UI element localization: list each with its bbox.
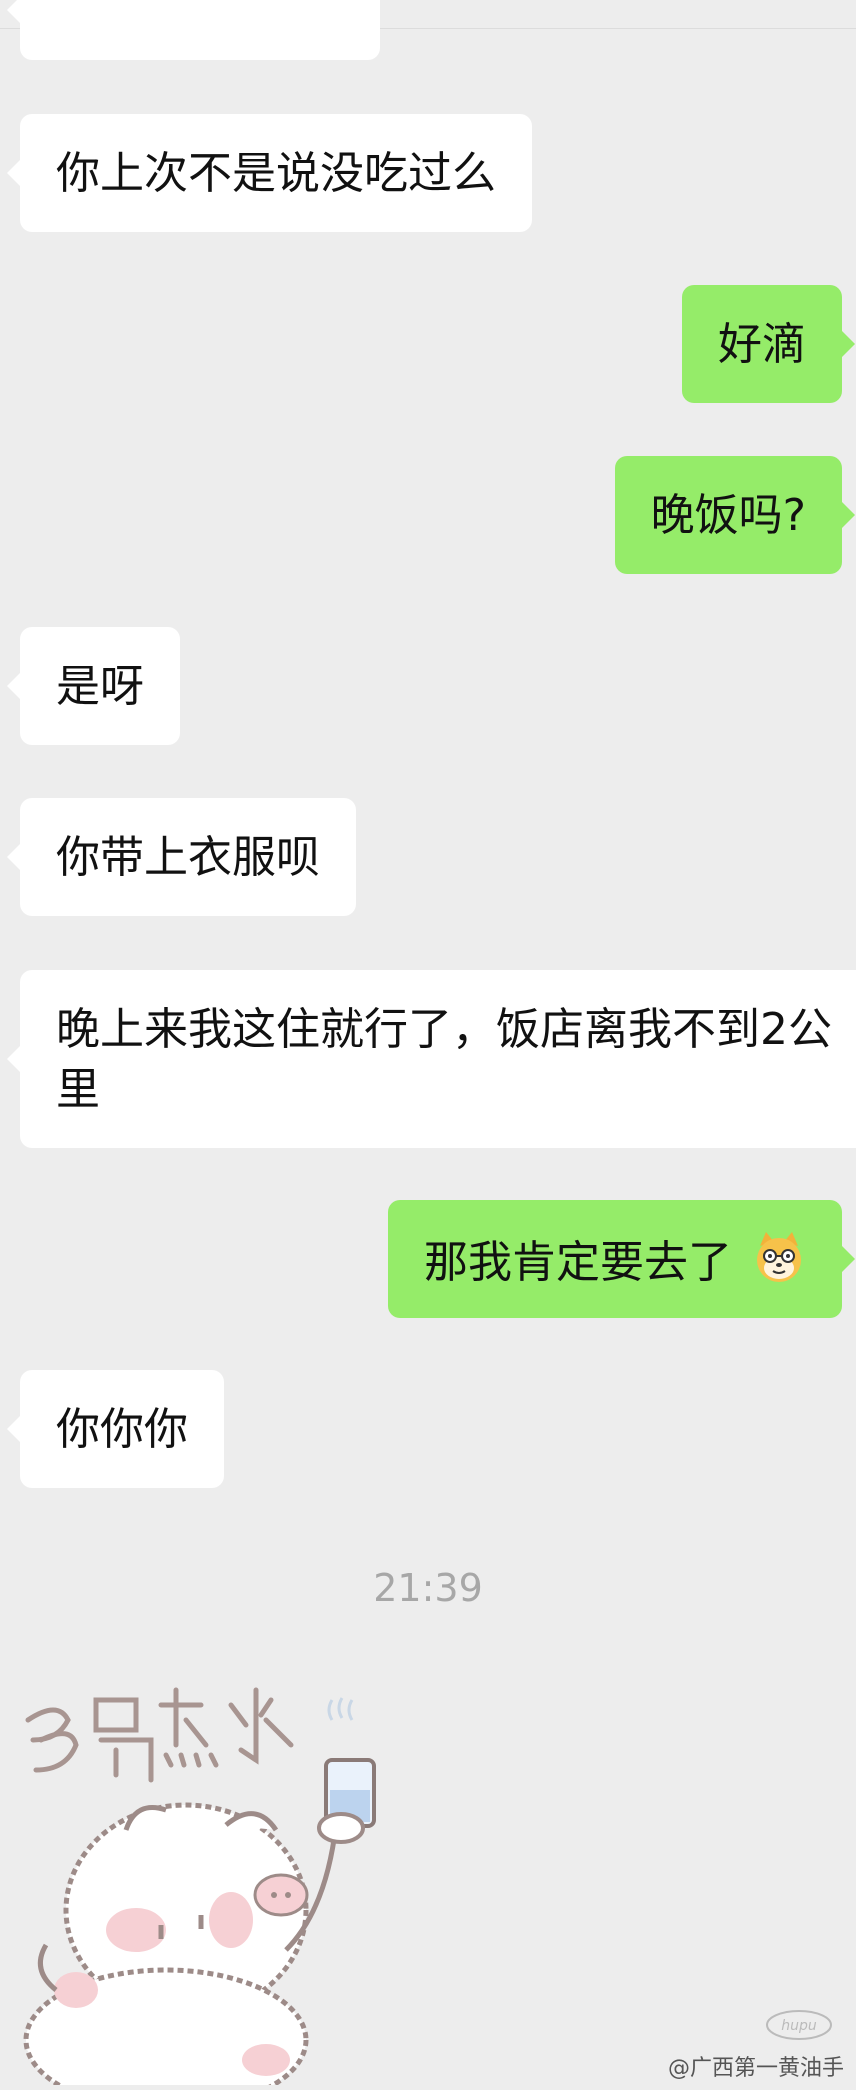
message-bubble-received[interactable]: 晚上来我这住就行了，饭店离我不到2公里 — [7, 970, 856, 1148]
watermark-text: @广西第一黄油手 — [667, 2056, 844, 2081]
message-bubble-received[interactable]: 你带上衣服呗 — [7, 798, 356, 916]
message-bubble-received[interactable]: 你你你 — [7, 1370, 224, 1488]
message-bubble-sent[interactable]: 那我肯定要去了 — [388, 1200, 855, 1318]
message-bubble-received[interactable]: 你上次不是说没吃过么 — [7, 114, 532, 232]
message-text: 晚饭吗? — [650, 490, 806, 541]
chat-timestamp: 21:39 — [373, 1566, 483, 1610]
message-bubble-received[interactable] — [7, 0, 380, 60]
doge-cat-icon — [752, 1230, 806, 1300]
message-text: 好滴 — [718, 319, 806, 370]
message-bubble-sent[interactable]: 晚饭吗? — [614, 456, 856, 574]
message-text: 是呀 — [56, 661, 144, 712]
message-bubble-sent[interactable]: 好滴 — [682, 285, 855, 403]
message-text: 那我肯定要去了 — [424, 1237, 732, 1288]
message-text: 你上次不是说没吃过么 — [56, 148, 496, 199]
pig-drinking-water-sticker[interactable] — [16, 1660, 416, 2090]
message-text: 你带上衣服呗 — [56, 832, 320, 883]
message-text: 你你你 — [56, 1404, 188, 1455]
message-text: 晚上来我这住就行了，饭店离我不到2公里 — [56, 1004, 832, 1115]
hupu-logo-icon: hupu — [764, 2008, 834, 2046]
svg-text:hupu: hupu — [781, 2018, 817, 2034]
message-bubble-received[interactable]: 是呀 — [7, 627, 180, 745]
